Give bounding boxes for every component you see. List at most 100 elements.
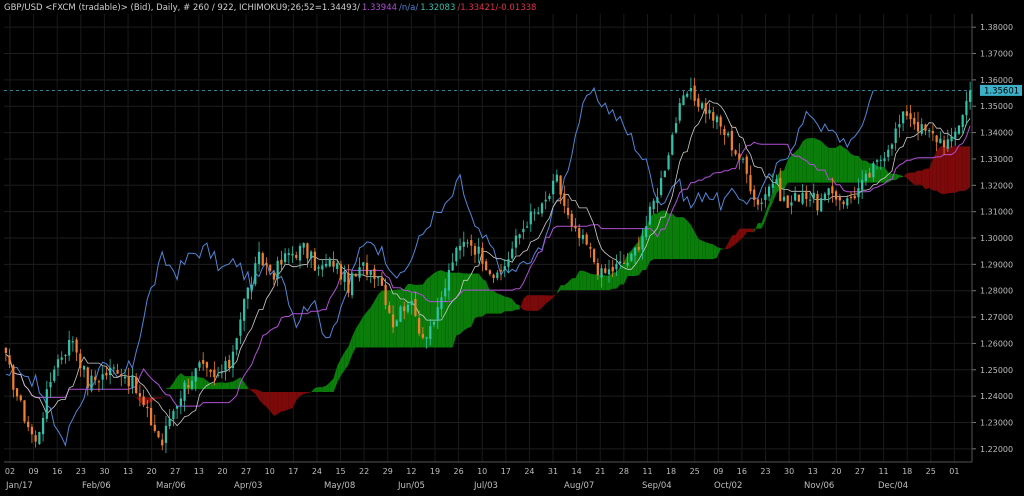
candle-body bbox=[615, 263, 618, 270]
candle-body bbox=[269, 264, 272, 271]
candle-body bbox=[373, 268, 376, 279]
candle-body bbox=[563, 193, 566, 206]
candle-body bbox=[529, 211, 532, 225]
candle-body bbox=[298, 246, 302, 261]
kumo-segment bbox=[519, 298, 524, 311]
x-tick-label: 20 bbox=[147, 467, 157, 476]
candle-body bbox=[883, 158, 886, 162]
x-tick-label: 25 bbox=[926, 467, 936, 476]
candle-body bbox=[339, 264, 343, 280]
candle-body bbox=[823, 193, 827, 200]
candle-body bbox=[138, 393, 142, 397]
candle-body bbox=[86, 367, 89, 388]
kumo-segment bbox=[746, 228, 751, 233]
kumo-segment bbox=[903, 173, 907, 178]
candle-body bbox=[734, 150, 737, 155]
candle-body bbox=[879, 159, 882, 161]
candle-body bbox=[525, 226, 529, 228]
kumo-segment bbox=[452, 272, 457, 348]
candle-body bbox=[693, 85, 696, 101]
candle-body bbox=[19, 395, 22, 401]
candle-body bbox=[834, 191, 838, 200]
kumo-segment bbox=[798, 141, 803, 183]
x-tick-label: 13 bbox=[123, 467, 133, 476]
kumo-segment bbox=[374, 294, 379, 348]
kumo-segment bbox=[285, 391, 289, 411]
kumo-segment bbox=[147, 397, 152, 404]
candle-body bbox=[403, 306, 406, 312]
candle-body bbox=[954, 131, 957, 139]
candle-body bbox=[801, 192, 804, 204]
candle-body bbox=[425, 337, 428, 339]
candle-body bbox=[622, 262, 626, 264]
kumo-segment bbox=[828, 147, 833, 183]
kumo-segment bbox=[594, 274, 598, 291]
kumo-segment bbox=[493, 290, 498, 314]
candle-body bbox=[414, 299, 417, 316]
kumo-segment bbox=[136, 397, 140, 402]
kumo-segment bbox=[664, 210, 669, 260]
candle-body bbox=[354, 274, 357, 277]
x-tick-label: 11 bbox=[878, 467, 888, 476]
kumo-segment bbox=[817, 139, 822, 183]
candle-body bbox=[56, 359, 60, 368]
candle-body bbox=[369, 270, 372, 275]
kumo-segment bbox=[281, 391, 286, 412]
candle-body bbox=[473, 246, 477, 255]
candle-body bbox=[660, 178, 663, 196]
candle-body bbox=[719, 116, 722, 127]
candle-body bbox=[648, 206, 652, 225]
indicator-lines bbox=[4, 86, 972, 447]
candle-body bbox=[969, 90, 972, 102]
y-tick-label: 1.30000 bbox=[980, 234, 1013, 243]
candle-body bbox=[127, 376, 130, 387]
kumo-segment bbox=[716, 246, 721, 258]
kumo-segment bbox=[273, 391, 278, 416]
kumo-segment bbox=[731, 234, 736, 247]
x-tick-label: 20 bbox=[831, 467, 841, 476]
candle-body bbox=[652, 200, 655, 210]
candle-body bbox=[570, 213, 573, 227]
kumo-segment bbox=[501, 294, 505, 314]
candle-body bbox=[38, 431, 41, 445]
kumo-segment bbox=[609, 272, 613, 291]
price-plot[interactable]: 1.22000 1.23000 1.24000 1.25000 1.26000 1.270… bbox=[0, 0, 1024, 496]
candle-body bbox=[723, 128, 726, 136]
candle-body bbox=[280, 259, 283, 265]
candle-body bbox=[436, 307, 439, 322]
candle-body bbox=[317, 267, 320, 269]
candle-body bbox=[496, 272, 499, 279]
x-tick-label: 15 bbox=[335, 467, 345, 476]
candle-body bbox=[920, 124, 923, 134]
candle-body bbox=[343, 271, 346, 282]
candle-body bbox=[321, 265, 324, 270]
x-tick-label: 09 bbox=[29, 467, 39, 476]
candle-body bbox=[60, 357, 63, 360]
kumo-segment bbox=[456, 272, 461, 336]
candle-body bbox=[820, 198, 823, 212]
candle-body bbox=[302, 243, 305, 248]
candle-body bbox=[715, 116, 719, 123]
x-tick-label: 19 bbox=[430, 467, 440, 476]
candle-body bbox=[581, 234, 585, 240]
kumo-segment bbox=[940, 146, 945, 195]
chart-area[interactable]: GBP/USD <FXCM (tradable)> (Bid), Daily, … bbox=[0, 0, 1024, 496]
kumo-segment bbox=[277, 391, 282, 414]
candle-body bbox=[228, 359, 231, 369]
kumo-segment bbox=[806, 138, 811, 183]
candle-body bbox=[41, 417, 45, 435]
x-tick-label: 14 bbox=[572, 467, 582, 476]
candle-body bbox=[429, 326, 432, 339]
y-tick-label: 1.31000 bbox=[980, 208, 1013, 217]
candle-body bbox=[503, 266, 506, 271]
candle-body bbox=[306, 243, 309, 259]
candle-body bbox=[291, 253, 294, 256]
candle-body bbox=[272, 272, 276, 280]
candle-body bbox=[667, 155, 670, 170]
candle-body bbox=[898, 124, 901, 128]
kumo-segment bbox=[921, 168, 926, 190]
candle-body bbox=[596, 263, 599, 276]
kumo-segment bbox=[590, 273, 595, 291]
kumo-segment bbox=[702, 240, 706, 260]
candle-body bbox=[674, 123, 678, 133]
